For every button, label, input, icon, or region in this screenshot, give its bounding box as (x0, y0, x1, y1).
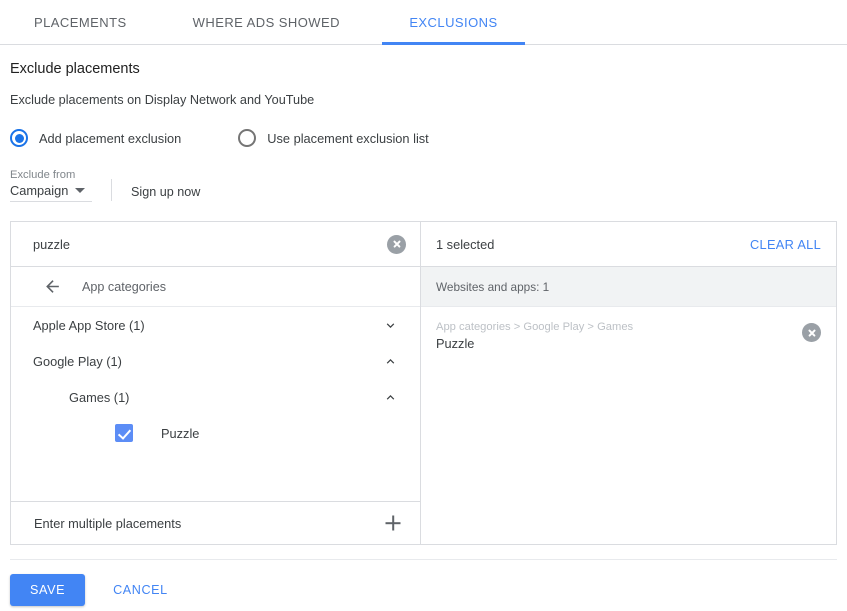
search-row (11, 222, 420, 267)
chevron-down-icon[interactable] (382, 317, 398, 333)
clear-all-button[interactable]: CLEAR ALL (750, 237, 821, 252)
exclude-from-select[interactable]: Campaign (10, 183, 92, 202)
selected-items-list: App categories > Google Play > Games Puz… (421, 307, 836, 544)
radio-unselected-icon (238, 129, 257, 147)
exclude-from-caption: Exclude from (10, 169, 76, 181)
save-button[interactable]: SAVE (10, 574, 86, 606)
exclude-from-select-wrapper: Exclude from Campaign (10, 169, 92, 202)
selected-item: App categories > Google Play > Games Puz… (421, 307, 836, 351)
radio-use-placement-exclusion-list-label: Use placement exclusion list (267, 130, 429, 146)
chevron-up-icon[interactable] (382, 353, 398, 369)
tab-placements[interactable]: PLACEMENTS (12, 0, 149, 44)
category-tree: Apple App Store (1) Google Play (1) Game… (11, 307, 420, 502)
radio-add-placement-exclusion[interactable]: Add placement exclusion (10, 129, 181, 147)
exclude-from-block: Exclude from Campaign Sign up now (10, 169, 837, 202)
tab-placements-label: PLACEMENTS (34, 14, 127, 30)
tab-where-ads-showed[interactable]: WHERE ADS SHOWED (171, 0, 362, 44)
tree-leaf-puzzle-label: Puzzle (161, 425, 200, 441)
radio-add-placement-exclusion-label: Add placement exclusion (39, 130, 182, 146)
tree-node-apple-app-store[interactable]: Apple App Store (1) (11, 307, 420, 343)
radio-use-placement-exclusion-list[interactable]: Use placement exclusion list (238, 129, 429, 147)
selected-item-breadcrumb: App categories > Google Play > Games (436, 321, 634, 333)
search-input[interactable] (33, 236, 387, 252)
tree-node-apple-app-store-label: Apple App Store (1) (33, 317, 145, 333)
selected-item-text: App categories > Google Play > Games Puz… (436, 320, 802, 351)
breadcrumb-nav-row: App categories (11, 267, 420, 307)
tab-exclusions-label: EXCLUSIONS (409, 14, 498, 30)
checkbox-puzzle[interactable] (115, 424, 133, 442)
enter-multiple-placements-row[interactable]: Enter multiple placements (11, 502, 420, 544)
tree-leaf-puzzle[interactable]: Puzzle (11, 415, 420, 451)
chevron-up-icon[interactable] (382, 389, 398, 405)
footer-actions: SAVE CANCEL (0, 560, 847, 606)
page-content: Exclude placements Exclude placements on… (0, 61, 847, 560)
selected-item-name: Puzzle (436, 336, 475, 351)
cancel-button[interactable]: CANCEL (101, 574, 180, 606)
tab-where-ads-showed-label: WHERE ADS SHOWED (192, 14, 340, 30)
breadcrumb-label: App categories (82, 279, 167, 294)
arrow-back-icon[interactable] (41, 276, 63, 298)
selected-placements-panel: 1 selected CLEAR ALL Websites and apps: … (421, 222, 836, 544)
tree-node-google-play-label: Google Play (1) (33, 353, 122, 369)
tab-bar: PLACEMENTS WHERE ADS SHOWED EXCLUSIONS (0, 0, 847, 45)
selected-count-label: 1 selected (436, 236, 495, 252)
selected-header: 1 selected CLEAR ALL (421, 222, 836, 267)
tree-node-games-label: Games (1) (69, 389, 130, 405)
page-subtitle: Exclude placements on Display Network an… (10, 93, 315, 107)
remove-circle-icon[interactable] (802, 323, 821, 342)
tree-node-google-play[interactable]: Google Play (1) (11, 343, 420, 379)
plus-icon[interactable] (384, 514, 402, 532)
tree-node-games[interactable]: Games (1) (11, 379, 420, 415)
exclude-from-value: Campaign (10, 183, 69, 198)
page-title: Exclude placements (10, 61, 140, 77)
selected-group-label: Websites and apps: 1 (421, 267, 836, 307)
tab-exclusions[interactable]: EXCLUSIONS (381, 0, 525, 45)
clear-circle-icon[interactable] (387, 234, 406, 254)
sign-up-now-link[interactable]: Sign up now (131, 185, 200, 199)
divider (111, 179, 112, 201)
placement-browser-panel: App categories Apple App Store (1) Googl… (11, 222, 421, 544)
enter-multiple-placements-label: Enter multiple placements (34, 515, 182, 531)
chevron-down-icon (75, 188, 86, 193)
placement-picker: App categories Apple App Store (1) Googl… (10, 221, 837, 545)
radio-selected-icon (10, 129, 28, 147)
exclusion-mode-radio-group: Add placement exclusion Use placement ex… (10, 129, 837, 147)
